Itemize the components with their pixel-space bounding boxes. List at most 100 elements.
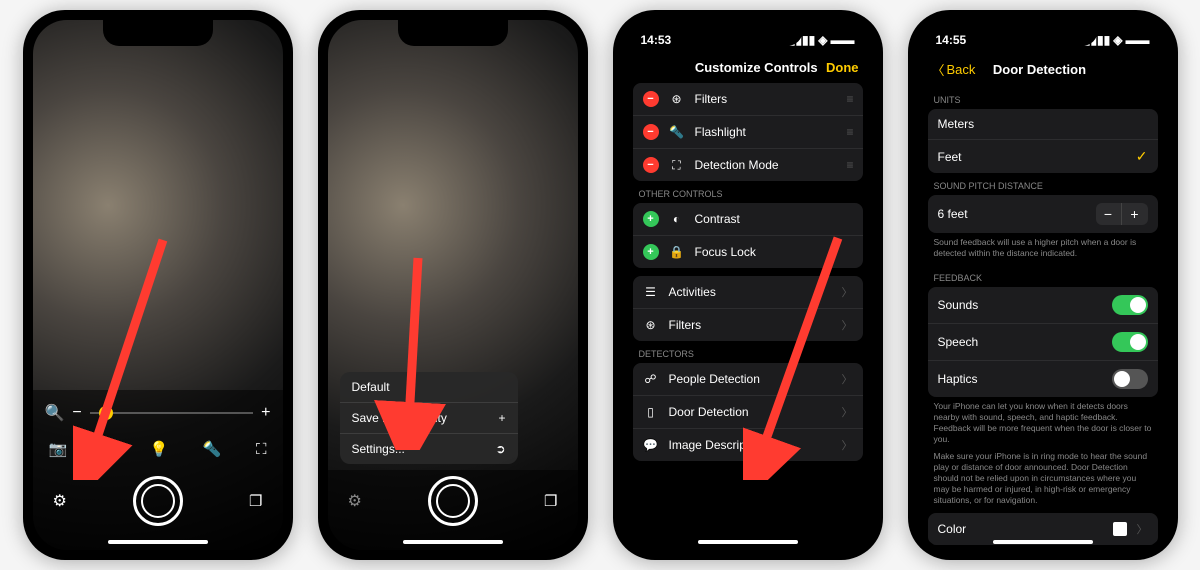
battery-icon: ▬▬ bbox=[831, 33, 855, 47]
multiwindow-icon[interactable]: ❐ bbox=[249, 492, 262, 510]
remove-icon[interactable]: − bbox=[643, 124, 659, 140]
battery-icon: ▬▬ bbox=[1126, 33, 1150, 47]
feedback-footer-2: Make sure your iPhone is in ring mode to… bbox=[918, 451, 1168, 512]
shutter-button[interactable] bbox=[133, 476, 183, 526]
speech-label: Speech bbox=[938, 335, 1102, 349]
detection-mode-label: Detection Mode bbox=[695, 158, 837, 172]
row-meters[interactable]: Meters bbox=[928, 109, 1158, 140]
nav-bar: 〈 Back Door Detection bbox=[918, 52, 1168, 87]
contrast-label: Contrast bbox=[695, 212, 853, 226]
sounds-label: Sounds bbox=[938, 298, 1102, 312]
row-feet[interactable]: Feet ✓ bbox=[928, 140, 1158, 173]
meters-label: Meters bbox=[938, 117, 1148, 131]
settings-gear-icon[interactable]: ⚙ bbox=[348, 491, 362, 511]
filters-label: Filters bbox=[695, 92, 837, 106]
add-icon[interactable]: + bbox=[643, 211, 659, 227]
notch bbox=[693, 20, 803, 46]
haptics-label: Haptics bbox=[938, 372, 1102, 386]
feedback-group: Sounds Speech Haptics bbox=[928, 287, 1158, 397]
screen-3: 14:53 ▮▮▮▮ ◈ ▬▬ Customize Controls Done … bbox=[623, 20, 873, 550]
nav-title: Customize Controls bbox=[687, 60, 827, 75]
annotation-arrow bbox=[368, 250, 458, 450]
row-flashlight[interactable]: − 🔦 Flashlight ≡ bbox=[633, 116, 863, 149]
annotation-arrow bbox=[743, 230, 853, 480]
pitch-stepper[interactable]: − + bbox=[1096, 203, 1148, 225]
speech-toggle[interactable] bbox=[1112, 332, 1148, 352]
remove-icon[interactable]: − bbox=[643, 91, 659, 107]
home-indicator[interactable] bbox=[993, 540, 1093, 544]
other-controls-header: OTHER CONTROLS bbox=[623, 181, 873, 203]
zoom-out-icon[interactable]: 🔍 bbox=[45, 403, 65, 423]
row-sounds: Sounds bbox=[928, 287, 1158, 324]
phone-2: Default Save New Activity + Settings... … bbox=[318, 10, 588, 560]
nav-bar: Customize Controls Done bbox=[623, 52, 873, 83]
screen-2: Default Save New Activity + Settings... … bbox=[328, 20, 578, 550]
magnifier-bottom-bar: ⚙ ❐ bbox=[328, 470, 578, 550]
chevron-circle-icon: ➲ bbox=[495, 442, 505, 456]
pitch-group: 6 feet − + bbox=[928, 195, 1158, 233]
multiwindow-icon[interactable]: ❐ bbox=[544, 492, 557, 510]
home-indicator[interactable] bbox=[108, 540, 208, 544]
sounds-toggle[interactable] bbox=[1112, 295, 1148, 315]
filters-icon: ⊛ bbox=[669, 92, 685, 106]
color-swatch bbox=[1113, 522, 1127, 536]
row-filters[interactable]: − ⊛ Filters ≡ bbox=[633, 83, 863, 116]
lock-icon: 🔒 bbox=[669, 245, 685, 259]
add-icon[interactable]: + bbox=[643, 244, 659, 260]
notch bbox=[103, 20, 213, 46]
row-detection-mode[interactable]: − ⛶ Detection Mode ≡ bbox=[633, 149, 863, 181]
back-button[interactable]: 〈 Back bbox=[932, 60, 976, 79]
people-icon: ☍ bbox=[643, 372, 659, 386]
chevron-left-icon: 〈 bbox=[932, 60, 945, 79]
wifi-icon: ◈ bbox=[818, 33, 827, 47]
remove-icon[interactable]: − bbox=[643, 157, 659, 173]
home-indicator[interactable] bbox=[403, 540, 503, 544]
flashlight-icon: 🔦 bbox=[669, 125, 685, 139]
wifi-icon: ◈ bbox=[1113, 33, 1122, 47]
filters-icon: ⊛ bbox=[643, 318, 659, 332]
door-icon: ▯ bbox=[643, 405, 659, 419]
checkmark-icon: ✓ bbox=[1136, 148, 1148, 165]
included-controls-group: − ⊛ Filters ≡ − 🔦 Flashlight ≡ − ⛶ Detec… bbox=[633, 83, 863, 181]
status-time: 14:53 bbox=[641, 33, 672, 47]
pitch-value: 6 feet bbox=[938, 207, 1086, 221]
done-button[interactable]: Done bbox=[826, 60, 859, 75]
screen-1: 🔍 − + 📷 ☀ 💡 🔦 ⛶ ⚙ ❐ bbox=[33, 20, 283, 550]
notch bbox=[398, 20, 508, 46]
detect-mode-icon[interactable]: ⛶ bbox=[256, 441, 267, 458]
phone-4: 14:55 ▮▮▮▮ ◈ ▬▬ 〈 Back Door Detection UN… bbox=[908, 10, 1178, 560]
plus-label[interactable]: + bbox=[261, 404, 270, 422]
phone-1: 🔍 − + 📷 ☀ 💡 🔦 ⛶ ⚙ ❐ bbox=[23, 10, 293, 560]
bottom-action-row: ⚙ ❐ bbox=[340, 476, 566, 526]
screen-4: 14:55 ▮▮▮▮ ◈ ▬▬ 〈 Back Door Detection UN… bbox=[918, 20, 1168, 550]
haptics-toggle[interactable] bbox=[1112, 369, 1148, 389]
row-haptics: Haptics bbox=[928, 361, 1158, 397]
shutter-inner bbox=[141, 484, 175, 518]
feedback-footer-1: Your iPhone can let you know when it det… bbox=[918, 397, 1168, 451]
back-label: Back bbox=[947, 62, 976, 77]
image-icon: 💬 bbox=[643, 438, 659, 452]
status-time: 14:55 bbox=[936, 33, 967, 47]
drag-handle-icon[interactable]: ≡ bbox=[846, 125, 852, 139]
shutter-inner bbox=[436, 484, 470, 518]
color-label: Color bbox=[938, 522, 1103, 536]
chevron-right-icon: 〉 bbox=[1137, 521, 1148, 537]
feet-label: Feet bbox=[938, 150, 1126, 164]
flashlight-icon[interactable]: 🔦 bbox=[203, 440, 222, 458]
feedback-header: FEEDBACK bbox=[918, 265, 1168, 287]
flashlight-label: Flashlight bbox=[695, 125, 837, 139]
nav-title: Door Detection bbox=[975, 62, 1103, 77]
pitch-footer: Sound feedback will use a higher pitch w… bbox=[918, 233, 1168, 265]
plus-icon: + bbox=[498, 411, 505, 425]
stepper-plus[interactable]: + bbox=[1122, 203, 1148, 225]
pitch-header: SOUND PITCH DISTANCE bbox=[918, 173, 1168, 195]
settings-gear-icon[interactable]: ⚙ bbox=[53, 491, 67, 511]
drag-handle-icon[interactable]: ≡ bbox=[846, 158, 852, 172]
camera-icon[interactable]: 📷 bbox=[49, 440, 68, 458]
stepper-minus[interactable]: − bbox=[1096, 203, 1122, 225]
notch bbox=[988, 20, 1098, 46]
home-indicator[interactable] bbox=[698, 540, 798, 544]
shutter-button[interactable] bbox=[428, 476, 478, 526]
annotation-arrow bbox=[73, 230, 183, 480]
drag-handle-icon[interactable]: ≡ bbox=[846, 92, 852, 106]
